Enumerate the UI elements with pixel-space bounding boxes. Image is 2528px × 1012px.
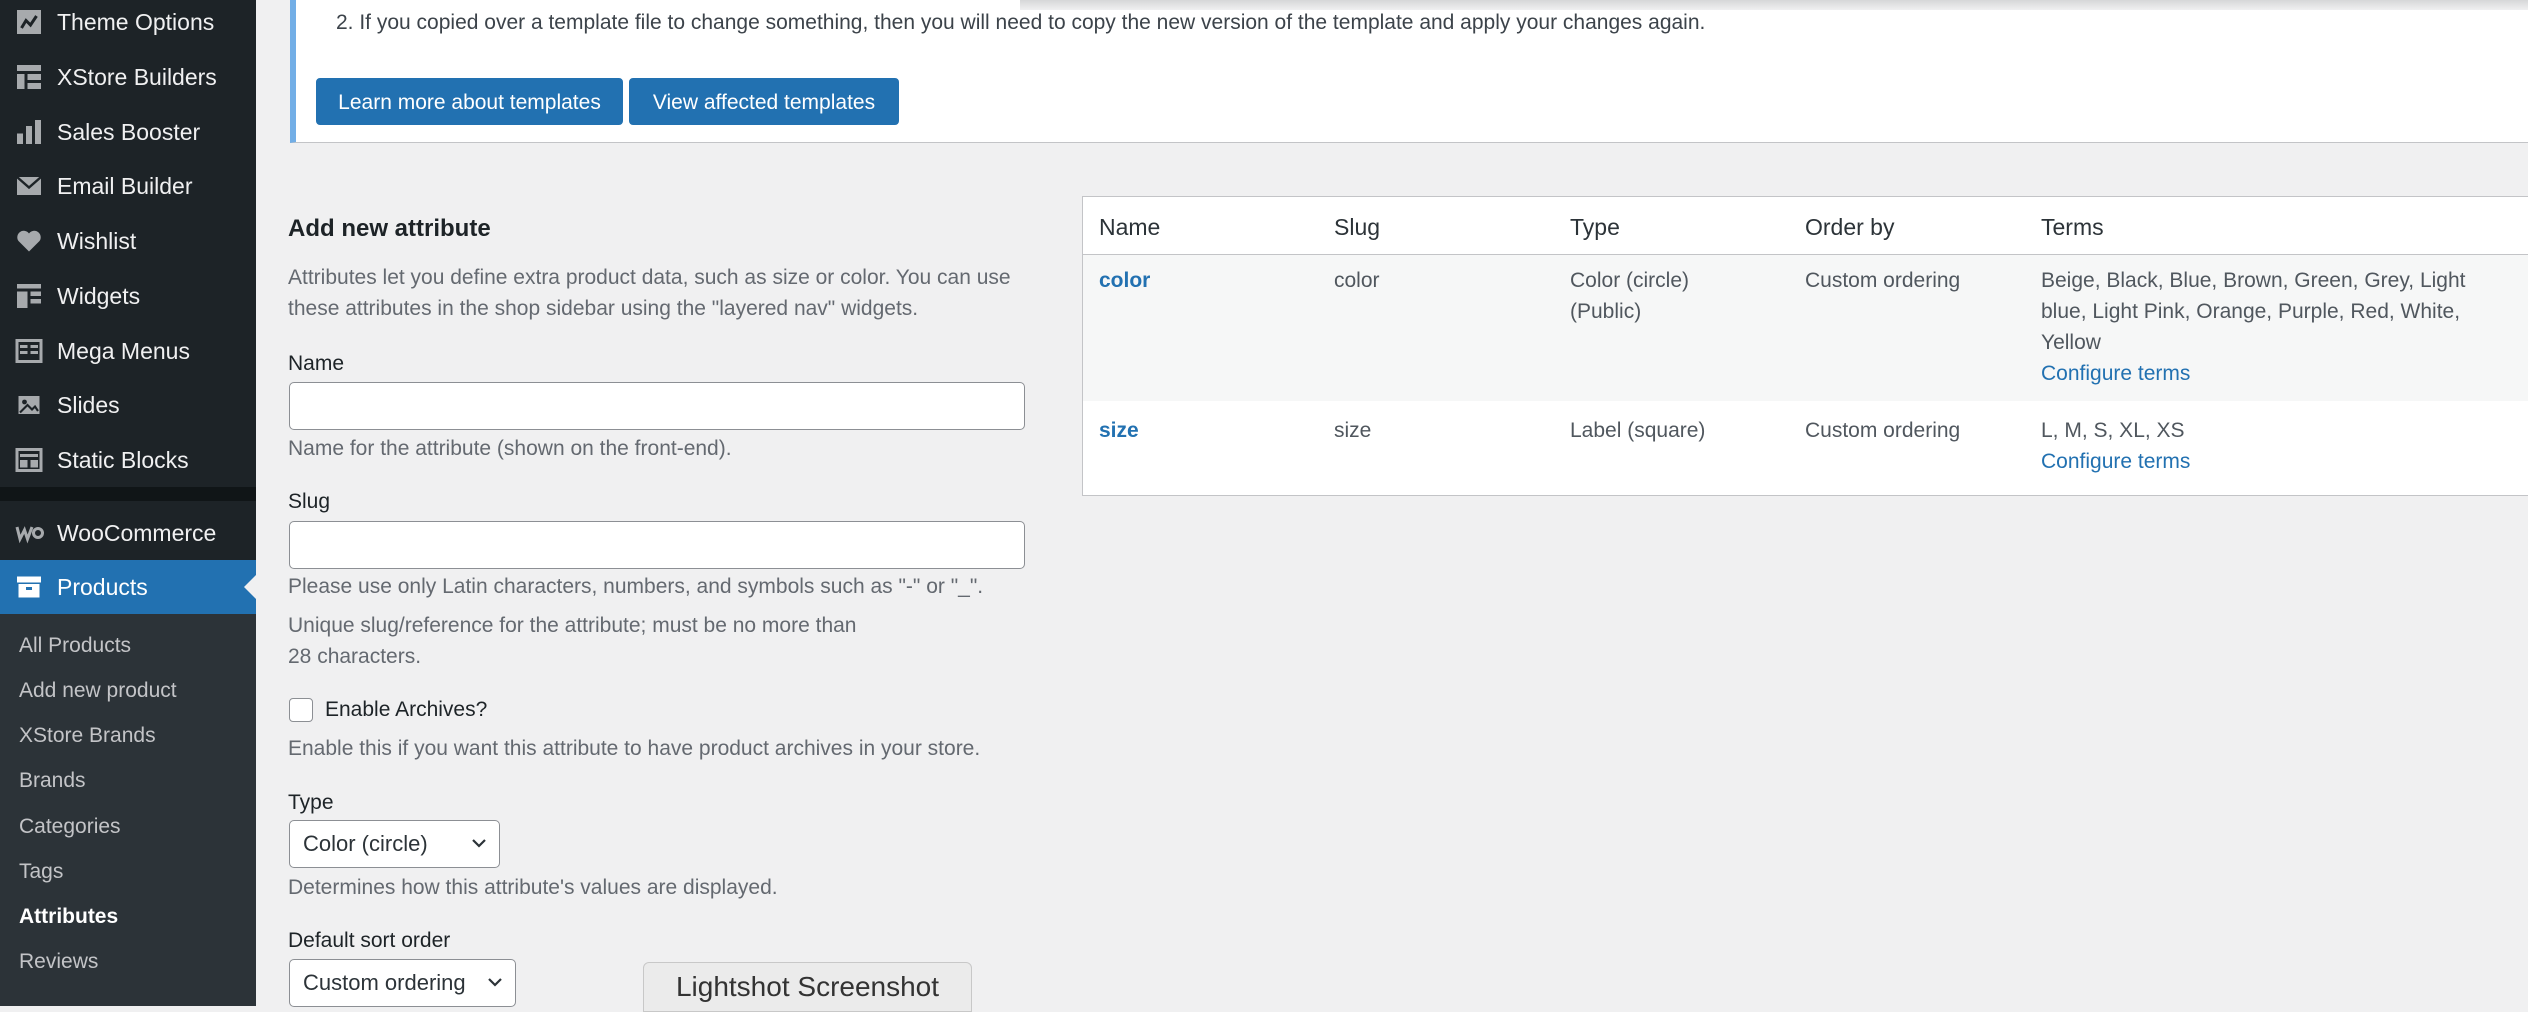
admin-bar-shadow (1020, 0, 2528, 10)
name-description: Name for the attribute (shown on the fro… (288, 437, 732, 460)
menu-slides[interactable]: Slides (0, 378, 256, 432)
menu-label: Static Blocks (57, 446, 189, 473)
column-header-slug: Slug (1334, 214, 1381, 240)
widgets-icon (17, 284, 41, 308)
submenu-add-new-product[interactable]: Add new product (19, 679, 177, 703)
table-row: size size Label (square) Custom ordering… (1083, 401, 2528, 495)
menu-label: Theme Options (57, 8, 215, 35)
type-label: Type (288, 791, 334, 814)
menu-label: XStore Builders (57, 63, 217, 90)
view-affected-templates-button[interactable]: View affected templates (629, 78, 899, 125)
menu-sales-booster[interactable]: Sales Booster (0, 105, 256, 159)
chevron-down-icon (488, 978, 502, 987)
menu-label: Products (57, 573, 148, 600)
admin-sidebar: Theme Options XStore Builders Sales Boos… (0, 0, 256, 1006)
type-select-value: Color (circle) (303, 831, 428, 856)
menu-email-builder[interactable]: Email Builder (0, 159, 256, 213)
notice-text: 2. If you copied over a template file to… (336, 11, 1706, 34)
menu-label: Wishlist (57, 227, 137, 254)
submenu-categories[interactable]: Categories (19, 815, 121, 839)
submenu-tags[interactable]: Tags (19, 860, 63, 884)
menu-mega-menus[interactable]: Mega Menus (0, 324, 256, 378)
woocommerce-icon (15, 526, 44, 544)
sort-order-label: Default sort order (288, 929, 451, 952)
menu-label: Email Builder (57, 172, 193, 199)
menu-label: WooCommerce (57, 519, 217, 546)
mega-menu-icon (15, 339, 43, 363)
menu-woocommerce[interactable]: WooCommerce (0, 506, 256, 560)
name-label: Name (288, 352, 345, 375)
lightshot-screenshot-tab[interactable]: Lightshot Screenshot (643, 962, 972, 1012)
attribute-terms-line-1: Beige, Black, Blue, Brown, Green, Grey, … (2041, 269, 2466, 292)
template-notice: 2. If you copied over a template file to… (290, 0, 2528, 143)
column-header-type: Type (1570, 214, 1620, 240)
theme-options-icon (17, 10, 41, 34)
submenu-brands[interactable]: Brands (19, 769, 86, 793)
name-input[interactable] (289, 382, 1025, 430)
menu-label: Slides (57, 391, 120, 418)
attributes-table: Name Slug Type Order by Terms color colo… (1082, 196, 2528, 496)
menu-label: Mega Menus (57, 337, 190, 364)
heart-icon (17, 230, 41, 252)
sort-order-select[interactable]: Custom ordering (289, 959, 516, 1007)
menu-widgets[interactable]: Widgets (0, 269, 256, 323)
attribute-slug: color (1334, 269, 1380, 292)
static-blocks-icon (15, 448, 43, 472)
configure-terms-link[interactable]: Configure terms (2041, 358, 2190, 389)
attribute-type: Color (circle) (1570, 269, 1690, 292)
attribute-slug: size (1334, 419, 1372, 442)
bar-chart-icon (17, 120, 41, 144)
submenu-reviews[interactable]: Reviews (19, 950, 98, 974)
envelope-icon (16, 176, 42, 195)
slides-icon (18, 396, 40, 414)
column-header-name[interactable]: Name (1099, 214, 1160, 241)
archives-description: Enable this if you want this attribute t… (288, 737, 981, 760)
form-intro-line-1: Attributes let you define extra product … (288, 266, 1011, 289)
slug-label: Slug (288, 490, 331, 513)
chevron-down-icon (472, 839, 486, 848)
slug-description-1: Please use only Latin characters, number… (288, 575, 984, 598)
attribute-type: Label (square) (1570, 419, 1706, 442)
slug-description-2: Unique slug/reference for the attribute;… (288, 614, 857, 637)
menu-separator (0, 487, 256, 501)
attribute-name-link[interactable]: color (1099, 265, 1150, 296)
menu-static-blocks[interactable]: Static Blocks (0, 433, 256, 487)
enable-archives-label: Enable Archives? (325, 698, 488, 721)
products-submenu: All Products Add new product XStore Bran… (0, 614, 256, 1006)
learn-more-templates-button[interactable]: Learn more about templates (316, 78, 623, 125)
attribute-terms-line-3: Yellow (2041, 331, 2101, 354)
current-menu-arrow (244, 575, 256, 599)
archive-box-icon (17, 576, 41, 598)
menu-products[interactable]: Products (0, 560, 256, 614)
submenu-all-products[interactable]: All Products (19, 634, 131, 658)
attribute-terms-line-2: blue, Light Pink, Orange, Purple, Red, W… (2041, 300, 2461, 323)
configure-terms-link[interactable]: Configure terms (2041, 446, 2190, 477)
attribute-order-by: Custom ordering (1805, 269, 1961, 292)
submenu-xstore-brands[interactable]: XStore Brands (19, 724, 156, 748)
attribute-terms-line-1: L, M, S, XL, XS (2041, 419, 2185, 442)
menu-label: Widgets (57, 282, 141, 309)
attribute-visibility: (Public) (1570, 300, 1642, 323)
attribute-order-by: Custom ordering (1805, 419, 1961, 442)
form-intro-line-2: these attributes in the shop sidebar usi… (288, 297, 919, 320)
menu-label: Sales Booster (57, 118, 201, 145)
sort-order-value: Custom ordering (303, 970, 466, 995)
enable-archives-checkbox[interactable] (289, 698, 313, 722)
column-header-terms: Terms (2041, 214, 2104, 240)
attribute-name-link[interactable]: size (1099, 415, 1139, 446)
grid-icon (17, 65, 41, 89)
menu-theme-options[interactable]: Theme Options (0, 0, 256, 49)
form-title: Add new attribute (288, 215, 491, 242)
slug-description-3: 28 characters. (288, 645, 422, 668)
type-select[interactable]: Color (circle) (289, 820, 500, 868)
column-header-order-by: Order by (1805, 214, 1895, 240)
menu-xstore-builders[interactable]: XStore Builders (0, 50, 256, 104)
slug-input[interactable] (289, 521, 1025, 569)
submenu-attributes[interactable]: Attributes (19, 905, 118, 929)
table-row: color color Color (circle) (Public) Cust… (1083, 255, 2528, 401)
type-description: Determines how this attribute's values a… (288, 876, 778, 899)
menu-wishlist[interactable]: Wishlist (0, 214, 256, 268)
